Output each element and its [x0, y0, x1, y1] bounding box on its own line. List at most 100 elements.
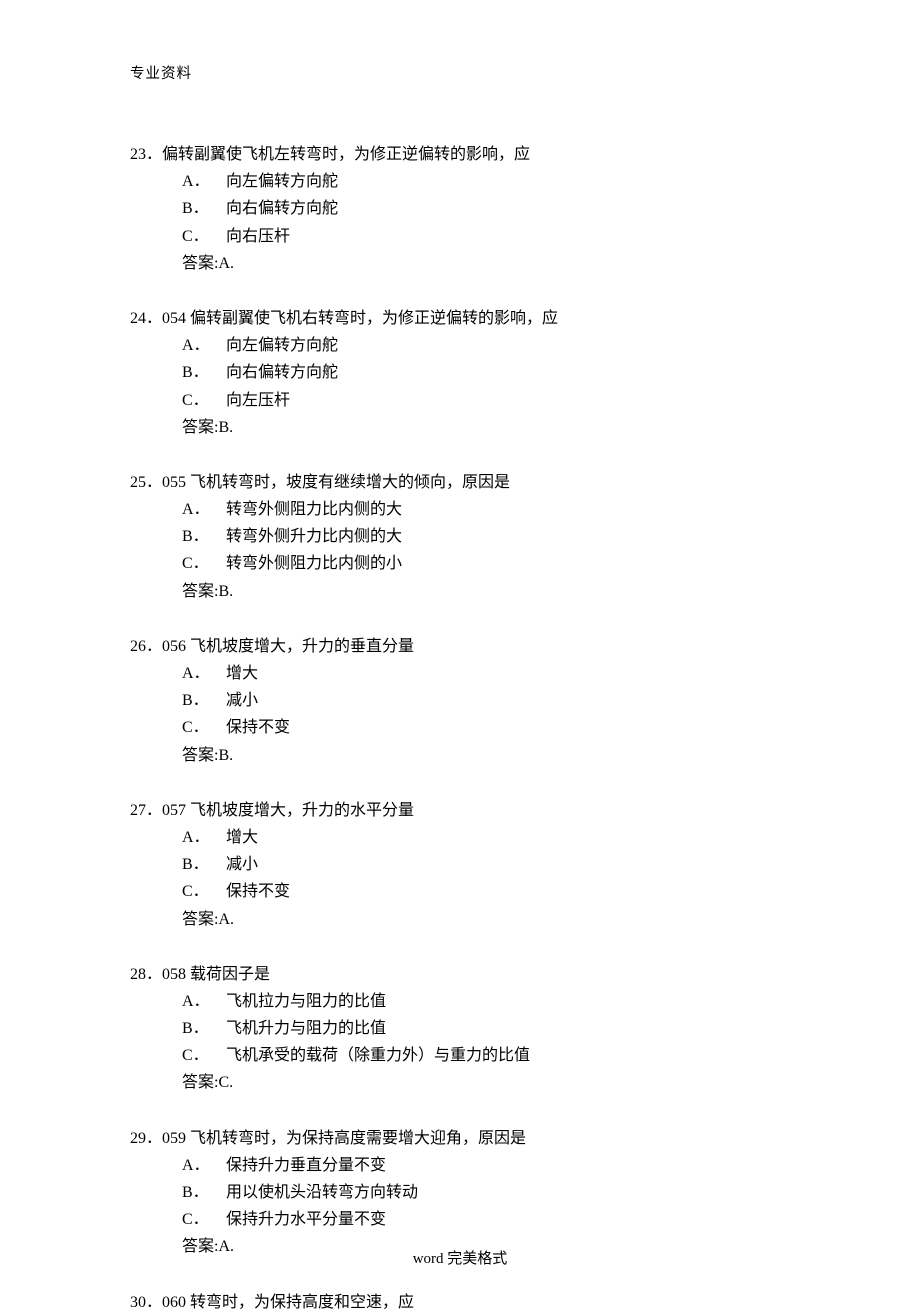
question-block: 23．偏转副翼使飞机左转弯时，为修正逆偏转的影响，应A．向左偏转方向舵B．向右偏…	[130, 141, 790, 277]
option-line: A．保持升力垂直分量不变	[182, 1152, 790, 1179]
option-letter: C．	[182, 1206, 226, 1233]
option-letter: A．	[182, 168, 226, 195]
option-letter: B．	[182, 1015, 226, 1042]
option-text: 转弯外侧升力比内侧的大	[226, 523, 402, 550]
option-text: 减小	[226, 687, 258, 714]
question-number: 30．	[130, 1289, 162, 1316]
option-letter: B．	[182, 851, 226, 878]
option-text: 增大	[226, 660, 258, 687]
option-letter: A．	[182, 660, 226, 687]
answer-line: 答案:A.	[130, 906, 790, 933]
option-text: 飞机升力与阻力的比值	[226, 1015, 386, 1042]
option-text: 减小	[226, 851, 258, 878]
option-line: C．保持升力水平分量不变	[182, 1206, 790, 1233]
option-line: A．向左偏转方向舵	[182, 168, 790, 195]
options: A．增大B．减小C．保持不变	[130, 660, 790, 742]
option-letter: B．	[182, 195, 226, 222]
question-line: 26．056 飞机坡度增大，升力的垂直分量	[130, 633, 790, 660]
option-text: 向右偏转方向舵	[226, 195, 338, 222]
option-line: B．转弯外侧升力比内侧的大	[182, 523, 790, 550]
question-block: 27．057 飞机坡度增大，升力的水平分量A．增大B．减小C．保持不变答案:A.	[130, 797, 790, 933]
question-line: 23．偏转副翼使飞机左转弯时，为修正逆偏转的影响，应	[130, 141, 790, 168]
answer-value: A.	[218, 255, 234, 272]
question-number: 26．	[130, 633, 162, 660]
option-letter: A．	[182, 496, 226, 523]
option-letter: B．	[182, 359, 226, 386]
option-text: 增大	[226, 824, 258, 851]
answer-value: C.	[218, 1074, 233, 1091]
option-text: 飞机承受的载荷（除重力外）与重力的比值	[226, 1042, 530, 1069]
option-line: B．减小	[182, 687, 790, 714]
question-text: 059 飞机转弯时，为保持高度需要增大迎角，原因是	[162, 1125, 526, 1152]
answer-prefix: 答案:	[182, 419, 218, 436]
question-number: 25．	[130, 469, 162, 496]
option-text: 向左压杆	[226, 387, 290, 414]
option-line: B．减小	[182, 851, 790, 878]
question-line: 29．059 飞机转弯时，为保持高度需要增大迎角，原因是	[130, 1125, 790, 1152]
answer-line: 答案:C.	[130, 1069, 790, 1096]
option-letter: A．	[182, 332, 226, 359]
answer-prefix: 答案:	[182, 583, 218, 600]
question-block: 30．060 转弯时，为保持高度和空速，应	[130, 1289, 790, 1316]
option-line: A．增大	[182, 824, 790, 851]
options: A．增大B．减小C．保持不变	[130, 824, 790, 906]
option-letter: C．	[182, 878, 226, 905]
question-number: 23．	[130, 141, 162, 168]
answer-value: B.	[218, 583, 233, 600]
option-letter: B．	[182, 1179, 226, 1206]
option-text: 向右偏转方向舵	[226, 359, 338, 386]
question-block: 24．054 偏转副翼使飞机右转弯时，为修正逆偏转的影响，应A．向左偏转方向舵B…	[130, 305, 790, 441]
option-line: B．向右偏转方向舵	[182, 195, 790, 222]
answer-value: B.	[218, 419, 233, 436]
option-line: C．转弯外侧阻力比内侧的小	[182, 550, 790, 577]
option-text: 保持不变	[226, 878, 290, 905]
option-line: A．增大	[182, 660, 790, 687]
question-text: 056 飞机坡度增大，升力的垂直分量	[162, 633, 414, 660]
option-text: 保持升力水平分量不变	[226, 1206, 386, 1233]
question-number: 28．	[130, 961, 162, 988]
question-number: 29．	[130, 1125, 162, 1152]
option-text: 保持不变	[226, 714, 290, 741]
option-letter: B．	[182, 523, 226, 550]
options: A．转弯外侧阻力比内侧的大B．转弯外侧升力比内侧的大C．转弯外侧阻力比内侧的小	[130, 496, 790, 578]
answer-line: 答案:B.	[130, 578, 790, 605]
question-text: 057 飞机坡度增大，升力的水平分量	[162, 797, 414, 824]
answer-prefix: 答案:	[182, 1074, 218, 1091]
answer-value: B.	[218, 747, 233, 764]
question-text: 054 偏转副翼使飞机右转弯时，为修正逆偏转的影响，应	[162, 305, 558, 332]
option-letter: C．	[182, 223, 226, 250]
question-number: 27．	[130, 797, 162, 824]
question-line: 25．055 飞机转弯时，坡度有继续增大的倾向，原因是	[130, 469, 790, 496]
option-letter: C．	[182, 1042, 226, 1069]
options: A．向左偏转方向舵B．向右偏转方向舵C．向右压杆	[130, 168, 790, 250]
option-text: 向左偏转方向舵	[226, 332, 338, 359]
question-text: 055 飞机转弯时，坡度有继续增大的倾向，原因是	[162, 469, 510, 496]
option-text: 飞机拉力与阻力的比值	[226, 988, 386, 1015]
option-line: B．飞机升力与阻力的比值	[182, 1015, 790, 1042]
option-letter: A．	[182, 1152, 226, 1179]
question-list: 23．偏转副翼使飞机左转弯时，为修正逆偏转的影响，应A．向左偏转方向舵B．向右偏…	[130, 141, 790, 1316]
option-letter: B．	[182, 687, 226, 714]
question-block: 25．055 飞机转弯时，坡度有继续增大的倾向，原因是A．转弯外侧阻力比内侧的大…	[130, 469, 790, 605]
option-letter: C．	[182, 714, 226, 741]
option-text: 向右压杆	[226, 223, 290, 250]
page-footer: word 完美格式	[0, 1247, 920, 1268]
options: A．向左偏转方向舵B．向右偏转方向舵C．向左压杆	[130, 332, 790, 414]
answer-prefix: 答案:	[182, 911, 218, 928]
option-line: A．转弯外侧阻力比内侧的大	[182, 496, 790, 523]
question-block: 29．059 飞机转弯时，为保持高度需要增大迎角，原因是A．保持升力垂直分量不变…	[130, 1125, 790, 1261]
question-line: 28．058 载荷因子是	[130, 961, 790, 988]
option-line: C．向左压杆	[182, 387, 790, 414]
answer-line: 答案:B.	[130, 742, 790, 769]
option-line: C．飞机承受的载荷（除重力外）与重力的比值	[182, 1042, 790, 1069]
answer-line: 答案:A.	[130, 250, 790, 277]
question-line: 24．054 偏转副翼使飞机右转弯时，为修正逆偏转的影响，应	[130, 305, 790, 332]
option-line: B．向右偏转方向舵	[182, 359, 790, 386]
question-number: 24．	[130, 305, 162, 332]
question-text: 058 载荷因子是	[162, 961, 270, 988]
option-letter: A．	[182, 988, 226, 1015]
option-line: C．保持不变	[182, 878, 790, 905]
answer-prefix: 答案:	[182, 747, 218, 764]
footer-text-cn: 完美格式	[444, 1251, 508, 1267]
option-text: 转弯外侧阻力比内侧的大	[226, 496, 402, 523]
